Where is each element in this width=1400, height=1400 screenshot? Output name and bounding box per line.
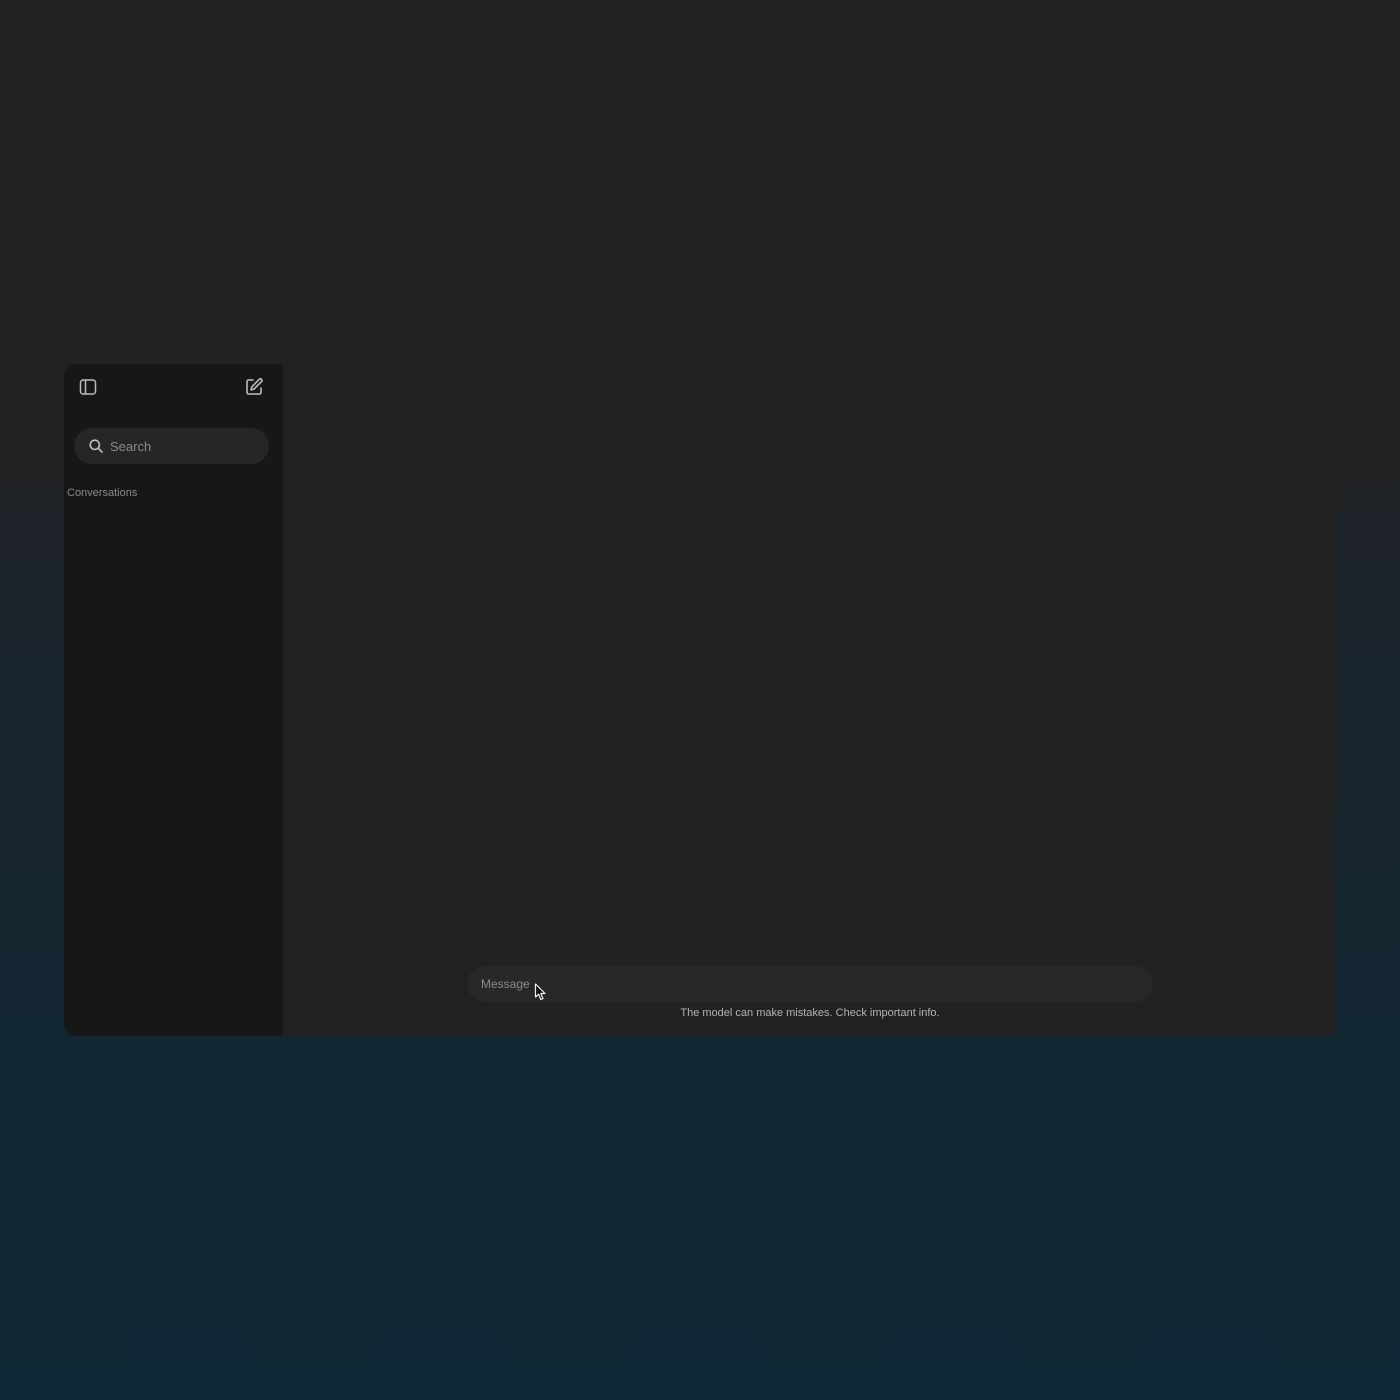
- disclaimer-text: The model can make mistakes. Check impor…: [680, 1007, 940, 1019]
- search-box[interactable]: [74, 428, 269, 464]
- sidebar: Conversations: [64, 364, 283, 1036]
- composer[interactable]: [467, 966, 1153, 1002]
- conversations-heading: Conversations: [67, 487, 138, 499]
- search-input[interactable]: [110, 438, 260, 454]
- sidebar-toggle-icon: [79, 378, 97, 396]
- new-chat-button[interactable]: [241, 374, 267, 400]
- compose-icon: [244, 377, 264, 397]
- chat-area: The model can make mistakes. Check impor…: [283, 364, 1336, 1036]
- app-window: Conversations The model can make mistake…: [64, 364, 1336, 1036]
- search-icon: [88, 438, 104, 454]
- sidebar-toggle-button[interactable]: [75, 374, 101, 400]
- message-input[interactable]: [481, 977, 1121, 991]
